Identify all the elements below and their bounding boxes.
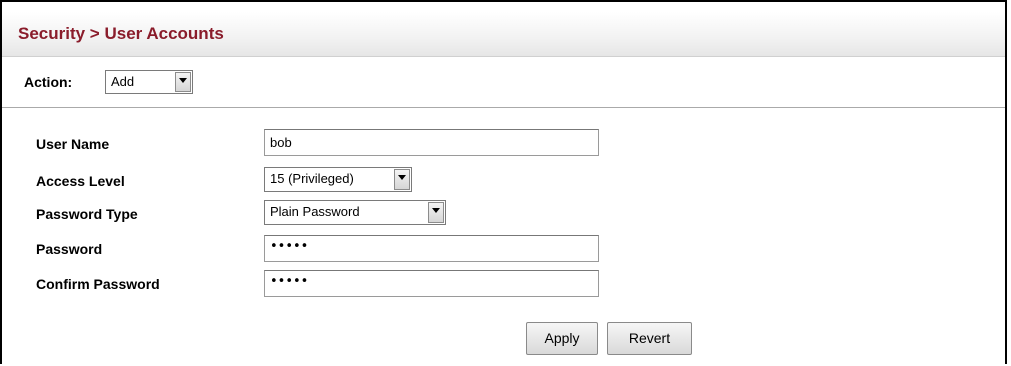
user-name-field[interactable]: bob (264, 129, 599, 156)
confirm-password-field[interactable]: ••••• (264, 270, 599, 297)
access-level-select[interactable]: 15 (Privileged) (264, 167, 412, 192)
action-bar: Action: Add (2, 57, 1005, 108)
action-label: Action: (24, 74, 73, 90)
page-title: Security > User Accounts (18, 24, 224, 43)
apply-button[interactable]: Apply (526, 322, 598, 355)
action-select[interactable]: Add (105, 70, 193, 94)
password-masked-value: ••••• (270, 239, 309, 254)
password-field[interactable]: ••••• (264, 235, 599, 262)
password-type-select[interactable]: Plain Password (264, 200, 446, 225)
access-level-label: Access Level (36, 173, 125, 189)
user-name-value: bob (270, 135, 292, 150)
password-type-label: Password Type (36, 206, 138, 222)
confirm-password-masked-value: ••••• (270, 274, 309, 289)
access-level-value: 15 (Privileged) (270, 171, 354, 186)
title-bar: Security > User Accounts (2, 12, 1005, 57)
user-name-label: User Name (36, 136, 110, 152)
password-type-value: Plain Password (270, 204, 360, 219)
chevron-down-icon[interactable] (394, 169, 410, 190)
revert-button[interactable]: Revert (607, 322, 692, 355)
password-label: Password (36, 241, 103, 257)
action-select-value: Add (111, 74, 135, 89)
chevron-down-icon[interactable] (428, 202, 444, 223)
chevron-down-icon[interactable] (175, 72, 191, 92)
confirm-password-label: Confirm Password (36, 276, 160, 292)
